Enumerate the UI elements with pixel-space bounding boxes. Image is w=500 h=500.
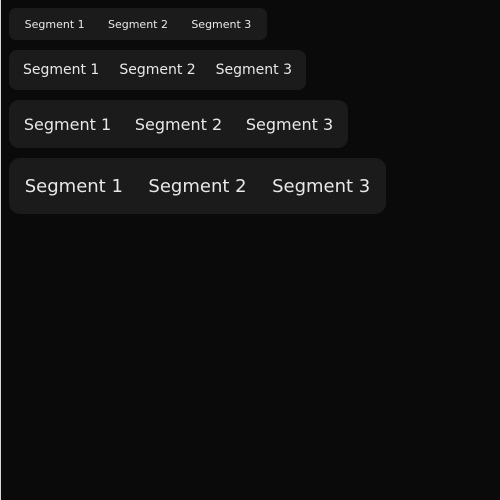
segment-2-button[interactable]: Segment 2	[109, 50, 205, 90]
segmented-control-md: Segment 1 Segment 2 Segment 3	[9, 100, 348, 148]
segment-2-button[interactable]: Segment 2	[136, 158, 260, 214]
segment-1-button[interactable]: Segment 1	[13, 8, 96, 40]
segment-3-button[interactable]: Segment 3	[206, 50, 302, 90]
segment-1-button[interactable]: Segment 1	[13, 50, 109, 90]
segment-3-button[interactable]: Segment 3	[180, 8, 263, 40]
segment-2-button[interactable]: Segment 2	[96, 8, 179, 40]
segment-1-button[interactable]: Segment 1	[12, 100, 123, 148]
segmented-control-xs: Segment 1 Segment 2 Segment 3	[9, 8, 267, 40]
segmented-control-sm: Segment 1 Segment 2 Segment 3	[9, 50, 306, 90]
segment-3-button[interactable]: Segment 3	[259, 158, 383, 214]
segmented-control-lg: Segment 1 Segment 2 Segment 3	[9, 158, 386, 214]
window-edge	[0, 0, 1, 500]
segment-2-button[interactable]: Segment 2	[123, 100, 234, 148]
segment-3-button[interactable]: Segment 3	[234, 100, 345, 148]
segment-1-button[interactable]: Segment 1	[12, 158, 136, 214]
